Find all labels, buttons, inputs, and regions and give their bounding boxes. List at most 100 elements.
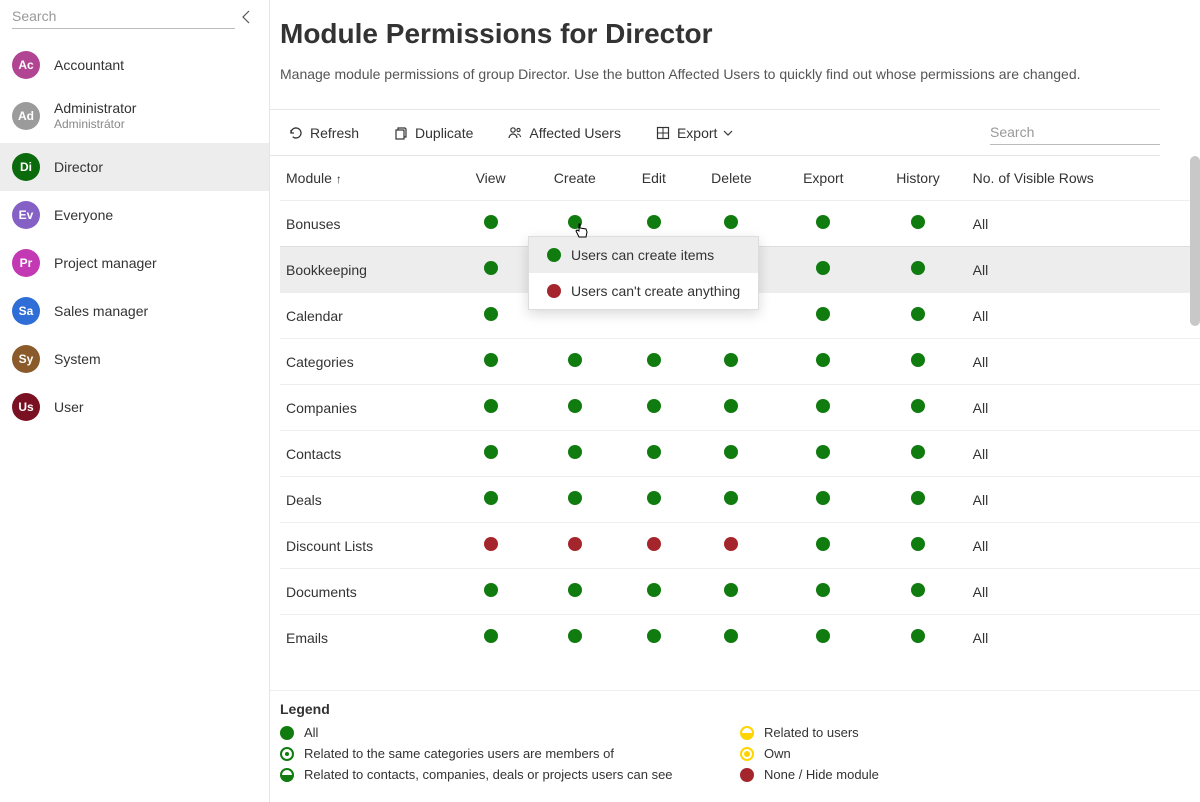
- permission-cell[interactable]: [527, 431, 622, 477]
- table-search-input[interactable]: [990, 120, 1160, 145]
- sidebar-item-system[interactable]: SySystem: [0, 335, 269, 383]
- sidebar-item-administrator[interactable]: AdAdministratorAdministrátor: [0, 89, 269, 143]
- legend-item: Related to contacts, companies, deals or…: [280, 767, 700, 782]
- permission-cell[interactable]: [454, 385, 528, 431]
- column-header[interactable]: Module↑: [280, 156, 454, 201]
- column-header[interactable]: History: [869, 156, 966, 201]
- permission-cell[interactable]: [777, 523, 869, 569]
- permission-cell[interactable]: [622, 523, 685, 569]
- permission-cell[interactable]: [685, 385, 777, 431]
- permission-cell[interactable]: [454, 431, 528, 477]
- sidebar-item-project-manager[interactable]: PrProject manager: [0, 239, 269, 287]
- table-row[interactable]: ContactsAll: [280, 431, 1200, 477]
- permission-cell[interactable]: [527, 339, 622, 385]
- permission-cell[interactable]: [527, 523, 622, 569]
- permission-cell[interactable]: [869, 339, 966, 385]
- status-dot-icon: [647, 215, 661, 229]
- sidebar-item-sales-manager[interactable]: SaSales manager: [0, 287, 269, 335]
- collapse-sidebar-button[interactable]: [235, 5, 259, 29]
- export-button[interactable]: Export: [647, 121, 741, 145]
- status-dot-icon: [647, 583, 661, 597]
- table-row[interactable]: CompaniesAll: [280, 385, 1200, 431]
- permission-cell[interactable]: [777, 247, 869, 293]
- permission-cell[interactable]: [454, 477, 528, 523]
- permission-cell[interactable]: [685, 339, 777, 385]
- permission-cell[interactable]: [622, 615, 685, 661]
- column-header[interactable]: Edit: [622, 156, 685, 201]
- table-row[interactable]: Discount ListsAll: [280, 523, 1200, 569]
- popup-option-label: Users can't create anything: [571, 283, 740, 299]
- permission-cell[interactable]: [454, 615, 528, 661]
- permission-cell[interactable]: [685, 477, 777, 523]
- column-header[interactable]: Create: [527, 156, 622, 201]
- affected-users-button[interactable]: Affected Users: [499, 121, 629, 145]
- permission-cell[interactable]: [869, 385, 966, 431]
- sidebar-item-director[interactable]: DiDirector: [0, 143, 269, 191]
- table-row[interactable]: DealsAll: [280, 477, 1200, 523]
- permission-cell[interactable]: [527, 477, 622, 523]
- permission-cell[interactable]: [454, 523, 528, 569]
- permission-cell[interactable]: [454, 247, 528, 293]
- permission-cell[interactable]: [622, 431, 685, 477]
- export-icon: [655, 125, 671, 141]
- column-header[interactable]: View: [454, 156, 528, 201]
- legend-label: Related to contacts, companies, deals or…: [304, 767, 673, 782]
- scrollbar[interactable]: [1190, 156, 1200, 326]
- status-dot-icon: [816, 445, 830, 459]
- legend-title: Legend: [280, 701, 1160, 717]
- popup-option[interactable]: Users can't create anything: [529, 273, 758, 309]
- legend-dot-icon: [740, 768, 754, 782]
- permission-cell[interactable]: [685, 569, 777, 615]
- permission-cell[interactable]: [777, 477, 869, 523]
- status-dot-icon: [816, 491, 830, 505]
- permission-cell[interactable]: [869, 615, 966, 661]
- permission-cell[interactable]: [454, 569, 528, 615]
- permission-cell[interactable]: [869, 293, 966, 339]
- refresh-icon: [288, 125, 304, 141]
- table-row[interactable]: EmailsAll: [280, 615, 1200, 661]
- permission-cell[interactable]: [622, 339, 685, 385]
- permission-cell[interactable]: [777, 293, 869, 339]
- group-list: AcAccountantAdAdministratorAdministrátor…: [0, 41, 269, 802]
- permission-cell[interactable]: [454, 339, 528, 385]
- duplicate-button[interactable]: Duplicate: [385, 121, 481, 145]
- avatar: Us: [12, 393, 40, 421]
- status-dot-icon: [724, 629, 738, 643]
- permission-cell[interactable]: [869, 569, 966, 615]
- table-row[interactable]: DocumentsAll: [280, 569, 1200, 615]
- permission-cell[interactable]: [777, 569, 869, 615]
- permission-cell[interactable]: [869, 431, 966, 477]
- permission-cell[interactable]: [685, 615, 777, 661]
- permissions-table: Module↑ViewCreateEditDeleteExportHistory…: [280, 156, 1200, 660]
- permission-cell[interactable]: [527, 385, 622, 431]
- permission-cell[interactable]: [777, 431, 869, 477]
- sidebar-item-user[interactable]: UsUser: [0, 383, 269, 431]
- permission-cell[interactable]: [777, 615, 869, 661]
- permission-cell[interactable]: [777, 339, 869, 385]
- permission-cell[interactable]: [685, 431, 777, 477]
- permission-cell[interactable]: [527, 615, 622, 661]
- permission-cell[interactable]: [527, 569, 622, 615]
- popup-option[interactable]: Users can create items: [529, 237, 758, 273]
- permission-cell[interactable]: [869, 477, 966, 523]
- permission-cell[interactable]: [777, 385, 869, 431]
- sidebar-item-everyone[interactable]: EvEveryone: [0, 191, 269, 239]
- table-row[interactable]: CategoriesAll: [280, 339, 1200, 385]
- permission-cell[interactable]: [454, 293, 528, 339]
- permission-cell[interactable]: [622, 569, 685, 615]
- permission-cell[interactable]: [869, 523, 966, 569]
- column-header[interactable]: No. of Visible Rows: [967, 156, 1200, 201]
- permission-cell[interactable]: [777, 201, 869, 247]
- permission-cell[interactable]: [622, 477, 685, 523]
- column-header[interactable]: Delete: [685, 156, 777, 201]
- permission-cell[interactable]: [869, 201, 966, 247]
- column-header[interactable]: Export: [777, 156, 869, 201]
- permission-cell[interactable]: [685, 523, 777, 569]
- sidebar-item-accountant[interactable]: AcAccountant: [0, 41, 269, 89]
- permission-cell[interactable]: [454, 201, 528, 247]
- permission-cell[interactable]: [869, 247, 966, 293]
- refresh-button[interactable]: Refresh: [280, 121, 367, 145]
- sidebar-search-input[interactable]: [12, 4, 235, 29]
- permission-cell[interactable]: [622, 385, 685, 431]
- status-dot-icon: [568, 215, 582, 229]
